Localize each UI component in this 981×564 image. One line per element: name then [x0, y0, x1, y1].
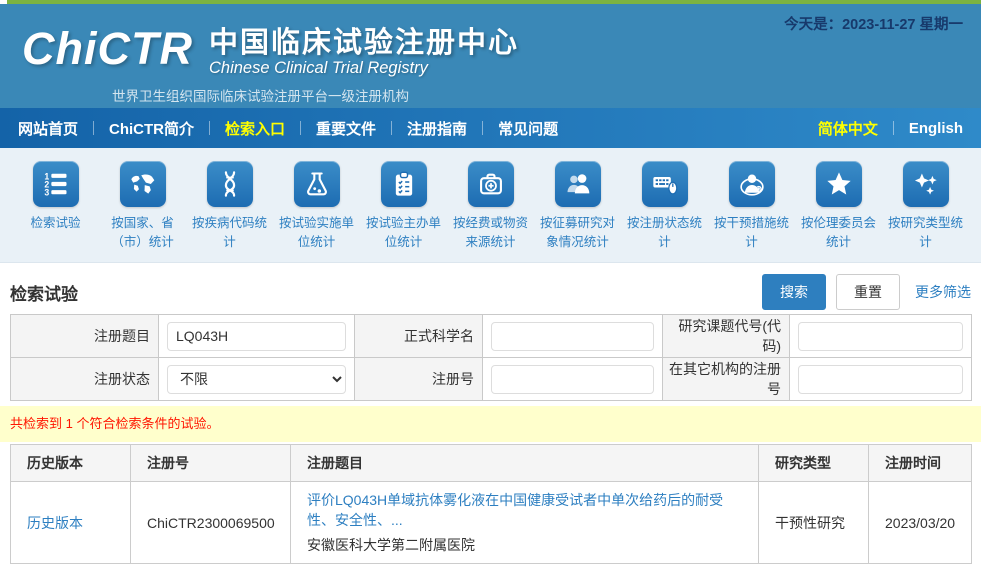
quicklink-label: 按经费或物资 来源统计	[447, 214, 534, 253]
medical-bag-icon	[468, 161, 514, 207]
search-form: 注册题目 正式科学名 研究课题代号(代码) 注册状态 不限 注册号 在其它机构的…	[0, 314, 981, 401]
nav-separator	[893, 121, 894, 135]
nav-separator	[209, 121, 210, 135]
statistics-quick-links: 1 2 3 检索试验 按国家、省 （市）统计	[0, 148, 981, 263]
study-type-cell: 干预性研究	[759, 482, 869, 564]
history-version-link[interactable]: 历史版本	[27, 515, 83, 531]
nav-separator	[93, 121, 94, 135]
current-date: 今天是：2023-11-27 星期一	[784, 13, 963, 34]
site-header: 今天是：2023-11-27 星期一 ChiCTR 中国临床试验注册中心 Chi…	[0, 4, 981, 108]
quicklink-by-country-province[interactable]: 按国家、省 （市）统计	[99, 161, 186, 262]
clipboard-checklist-icon	[381, 161, 427, 207]
world-map-icon	[120, 161, 166, 207]
quicklink-label: 按伦理委员会 统计	[795, 214, 882, 253]
registration-date-cell: 2023/03/20	[869, 482, 972, 564]
star-icon	[816, 161, 862, 207]
quicklink-by-implementing-unit[interactable]: 按试验实施单 位统计	[273, 161, 360, 262]
results-header-row: 历史版本 注册号 注册题目 研究类型 注册时间	[11, 445, 972, 482]
chictr-logo[interactable]: ChiCTR	[22, 28, 193, 71]
col-registration-date: 注册时间	[869, 445, 972, 482]
nav-item-search-entry[interactable]: 检索入口	[225, 118, 285, 139]
quicklink-label: 按疾病代码统 计	[186, 214, 273, 253]
other-reg-number-input[interactable]	[798, 365, 963, 394]
doctor-icon	[729, 161, 775, 207]
page-title: 检索试验	[10, 280, 762, 305]
reg-number-input[interactable]	[491, 365, 654, 394]
reg-title-label: 注册题目	[11, 315, 159, 358]
main-nav: 网站首页 ChiCTR简介 检索入口 重要文件 注册指南 常见问题 简体中文 E…	[0, 108, 981, 148]
site-title-en: Chinese Clinical Trial Registry	[209, 59, 519, 78]
quicklink-label: 按国家、省 （市）统计	[99, 214, 186, 253]
who-registry-subtitle: 世界卫生组织国际临床试验注册平台一级注册机构	[112, 85, 981, 105]
quicklink-by-funding-source[interactable]: 按经费或物资 来源统计	[447, 161, 534, 262]
trial-title-cell: 评价LQ043H单域抗体雾化液在中国健康受试者中单次给药后的耐受性、安全性、..…	[291, 482, 759, 564]
nav-item-about[interactable]: ChiCTR简介	[109, 118, 194, 139]
scientific-name-label: 正式科学名	[355, 315, 483, 358]
reg-number-label: 注册号	[355, 358, 483, 401]
col-registration-title: 注册题目	[291, 445, 759, 482]
quicklink-label: 按试验实施单 位统计	[273, 214, 360, 253]
study-code-label: 研究课题代号(代码)	[663, 315, 790, 358]
col-study-type: 研究类型	[759, 445, 869, 482]
quicklink-search-trials[interactable]: 1 2 3 检索试验	[12, 161, 99, 262]
quicklink-label: 按研究类型统 计	[882, 214, 969, 253]
col-history-version: 历史版本	[11, 445, 131, 482]
quicklink-by-registration-status[interactable]: 按注册状态统 计	[621, 161, 708, 262]
search-button[interactable]: 搜索	[762, 274, 826, 310]
results-table: 历史版本 注册号 注册题目 研究类型 注册时间 历史版本 ChiCTR23000…	[10, 444, 972, 564]
svg-text:3: 3	[44, 188, 49, 198]
quicklink-label: 按征募研究对 象情况统计	[534, 214, 621, 253]
quicklink-by-disease-code[interactable]: 按疾病代码统 计	[186, 161, 273, 262]
nav-item-faq[interactable]: 常见问题	[498, 118, 558, 139]
reg-status-select[interactable]: 不限	[167, 365, 346, 394]
registration-number-cell: ChiCTR2300069500	[131, 482, 291, 564]
quicklink-label: 按注册状态统 计	[621, 214, 708, 253]
quicklink-label: 检索试验	[12, 214, 99, 233]
nav-separator	[391, 121, 392, 135]
more-filters-link[interactable]: 更多筛选	[915, 282, 971, 302]
site-titles: 中国临床试验注册中心 Chinese Clinical Trial Regist…	[209, 28, 519, 78]
quicklink-by-recruitment-status[interactable]: 按征募研究对 象情况统计	[534, 161, 621, 262]
trial-title-link[interactable]: 评价LQ043H单域抗体雾化液在中国健康受试者中单次给药后的耐受性、安全性、..…	[307, 492, 723, 528]
reset-button[interactable]: 重置	[836, 274, 900, 310]
quicklink-label: 按试验主办单 位统计	[360, 214, 447, 253]
lang-english[interactable]: English	[909, 120, 963, 137]
numbered-list-icon: 1 2 3	[33, 161, 79, 207]
nav-separator	[300, 121, 301, 135]
scientific-name-input[interactable]	[491, 322, 654, 351]
people-group-icon	[555, 161, 601, 207]
col-registration-number: 注册号	[131, 445, 291, 482]
other-reg-number-label: 在其它机构的注册号	[663, 358, 790, 401]
results-table-wrap: 历史版本 注册号 注册题目 研究类型 注册时间 历史版本 ChiCTR23000…	[0, 442, 981, 564]
nav-item-home[interactable]: 网站首页	[18, 118, 78, 139]
table-row: 历史版本 ChiCTR2300069500 评价LQ043H单域抗体雾化液在中国…	[11, 482, 972, 564]
flask-icon	[294, 161, 340, 207]
study-code-input[interactable]	[798, 322, 963, 351]
quicklink-by-ethics-committee[interactable]: 按伦理委员会 统计	[795, 161, 882, 262]
institution-name: 安徽医科大学第二附属医院	[307, 535, 750, 555]
nav-separator	[482, 121, 483, 135]
sparkles-icon	[903, 161, 949, 207]
quicklink-by-intervention[interactable]: 按干预措施统 计	[708, 161, 795, 262]
nav-item-important-docs[interactable]: 重要文件	[316, 118, 376, 139]
dna-icon	[207, 161, 253, 207]
reg-title-input[interactable]	[167, 322, 346, 351]
quicklink-by-study-type[interactable]: 按研究类型统 计	[882, 161, 969, 262]
quicklink-label: 按干预措施统 计	[708, 214, 795, 253]
nav-item-registration-guide[interactable]: 注册指南	[407, 118, 467, 139]
site-title-cn: 中国临床试验注册中心	[209, 28, 519, 58]
keyboard-mouse-icon	[642, 161, 688, 207]
reg-status-label: 注册状态	[11, 358, 159, 401]
search-section-header: 检索试验 搜索 重置 更多筛选	[10, 275, 971, 309]
lang-simplified-chinese[interactable]: 简体中文	[818, 118, 878, 139]
results-summary-banner: 共检索到 1 个符合检索条件的试验。	[0, 406, 981, 442]
quicklink-by-sponsor-unit[interactable]: 按试验主办单 位统计	[360, 161, 447, 262]
